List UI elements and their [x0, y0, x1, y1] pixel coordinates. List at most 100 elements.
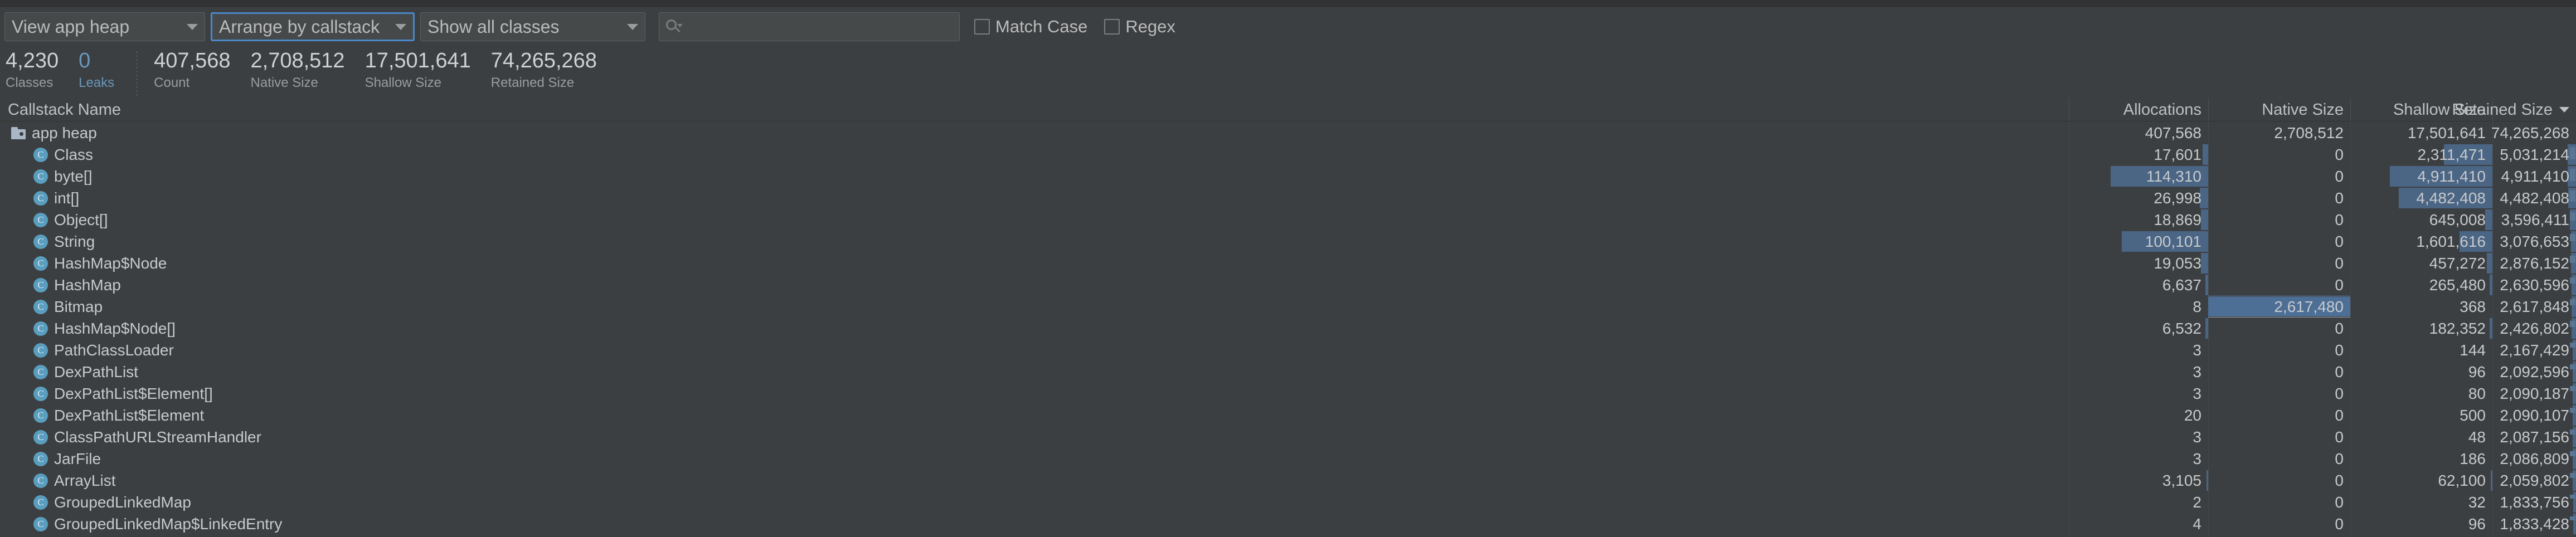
- cell-value: 0: [2335, 211, 2344, 228]
- row-name-label: DexPathList$Element[]: [54, 384, 213, 402]
- table-row[interactable]: C String 100,101 0 1,601,616 3,076,653: [0, 231, 2576, 252]
- cell-value: 500: [2460, 406, 2486, 424]
- cell-native: 0: [2208, 318, 2350, 339]
- heap-select[interactable]: View app heap: [4, 12, 205, 41]
- cell-retained: 3,596,411: [2492, 209, 2576, 231]
- table-row[interactable]: C DexPathList$Element 20 0 500 2,090,107: [0, 404, 2576, 426]
- cell-value: 5,031,214: [2500, 145, 2569, 163]
- cell-value: 2,059,802: [2500, 471, 2569, 489]
- row-name-cell: C HashMap: [0, 274, 121, 296]
- cell-value: 4,911,410: [2417, 167, 2486, 185]
- cell-retained: 2,617,848: [2492, 296, 2576, 318]
- match-case-checkbox-group[interactable]: Match Case: [974, 17, 1087, 37]
- stat-label: Shallow Size: [364, 75, 441, 90]
- row-name-label: Object[]: [54, 211, 108, 228]
- cell-value: 2,617,480: [2274, 297, 2344, 315]
- column-header-alloc[interactable]: Allocations: [2069, 98, 2208, 121]
- cell-value: 2,311,471: [2417, 145, 2486, 163]
- vertical-scrollbar[interactable]: [2569, 122, 2576, 537]
- table-row[interactable]: C HashMap$Node 19,053 0 457,272 2,876,152: [0, 252, 2576, 274]
- arrange-select[interactable]: Arrange by callstack: [211, 12, 415, 41]
- cell-shallow: 96: [2350, 513, 2492, 535]
- cell-alloc: 100,101: [2069, 231, 2208, 252]
- table-row[interactable]: C JarFile 3 0 186 2,086,809: [0, 448, 2576, 470]
- column-header-retained[interactable]: Retained Size: [2452, 98, 2576, 121]
- cell-alloc: 17,601: [2069, 144, 2208, 165]
- cell-retained: 2,059,802: [2492, 470, 2576, 491]
- classes-filter-value: Show all classes: [427, 17, 560, 37]
- cell-retained: 2,426,802: [2492, 318, 2576, 339]
- table-row[interactable]: C ClassPathURLStreamHandler 3 0 48 2,087,156: [0, 426, 2576, 448]
- row-name-cell: C HashMap$Node: [0, 252, 167, 274]
- stat-value: 0: [79, 49, 91, 72]
- cell-shallow: 457,272: [2350, 252, 2492, 274]
- cell-value: 4,911,410: [2501, 167, 2570, 185]
- classes-filter-select[interactable]: Show all classes: [420, 12, 645, 41]
- table-row[interactable]: C DexPathList 3 0 96 2,092,596: [0, 361, 2576, 383]
- table-body[interactable]: app heap 407,568 2,708,512 17,501,641 74,265…: [0, 122, 2576, 537]
- table-row[interactable]: C Bitmap 8 2,617,480 368 2,617,848: [0, 296, 2576, 318]
- cell-shallow: 186: [2350, 448, 2492, 470]
- table-row[interactable]: Cint[] 26,998 0 4,482,408 4,482,408: [0, 187, 2576, 209]
- cell-shallow: 80: [2350, 383, 2492, 404]
- row-name-cell: C DexPathList$Element: [0, 404, 204, 426]
- table-row[interactable]: C ArrayList 3,105 0 62,100 2,059,802: [0, 470, 2576, 491]
- table-row[interactable]: app heap 407,568 2,708,512 17,501,641 74,265…: [0, 122, 2576, 144]
- search-input[interactable]: [685, 17, 954, 36]
- table-row[interactable]: CView[]: [0, 535, 2576, 537]
- table-row[interactable]: C PathClassLoader 3 0 144 2,167,429: [0, 339, 2576, 361]
- scrollbar-marker: [2570, 451, 2575, 456]
- column-header-native[interactable]: Native Size: [2208, 98, 2350, 121]
- cell-retained: 2,087,156: [2492, 426, 2576, 448]
- cell-value: 48: [2468, 428, 2486, 446]
- class-icon: C: [33, 364, 48, 379]
- class-icon: C: [33, 299, 48, 314]
- cell-alloc: 3: [2069, 426, 2208, 448]
- cell-alloc: 26,998: [2069, 187, 2208, 209]
- column-header-name[interactable]: Callstack Name: [8, 98, 121, 121]
- cell-value: 0: [2335, 189, 2344, 207]
- table-row[interactable]: C Class 17,601 0 2,311,471 5,031,214: [0, 144, 2576, 165]
- regex-checkbox-group[interactable]: Regex: [1104, 17, 1175, 37]
- cell-value: 74,265,268: [2491, 124, 2569, 141]
- cell-native: 0: [2208, 252, 2350, 274]
- cell-value: 3: [2193, 428, 2201, 446]
- table-row[interactable]: C DexPathList$Element[] 3 0 80 2,090,187: [0, 383, 2576, 404]
- match-case-checkbox[interactable]: [974, 19, 990, 35]
- regex-checkbox[interactable]: [1104, 19, 1120, 35]
- cell-value: 3: [2193, 341, 2201, 359]
- cell-value: 4: [2193, 515, 2201, 533]
- scrollbar-marker: [2570, 516, 2575, 520]
- row-name-cell: C ArrayList: [0, 470, 115, 491]
- table-row[interactable]: C HashMap$Node[] 6,532 0 182,352 2,426,802: [0, 318, 2576, 339]
- cell-value: 32: [2468, 493, 2486, 511]
- table-row[interactable]: C GroupedLinkedMap 2 0 32 1,833,756: [0, 491, 2576, 513]
- search-box[interactable]: [659, 12, 960, 41]
- row-name-cell: C Object[]: [0, 209, 108, 231]
- table-row[interactable]: C Object[] 18,869 0 645,008 3,596,411: [0, 209, 2576, 231]
- cell-alloc: 8: [2069, 296, 2208, 318]
- cell-value: 62,100: [2438, 471, 2486, 489]
- table-row[interactable]: C GroupedLinkedMap$LinkedEntry 4 0 96 1,833,4…: [0, 513, 2576, 535]
- cell-value: 0: [2335, 450, 2344, 467]
- scrollbar-marker: [2570, 256, 2575, 263]
- class-icon: C: [33, 191, 48, 206]
- stat-value: 4,230: [6, 49, 59, 72]
- cell-native: 0: [2208, 187, 2350, 209]
- value-bar: [2201, 209, 2208, 230]
- cell-value: 0: [2335, 145, 2344, 163]
- table-row[interactable]: Cbyte[] 114,310 0 4,911,410 4,911,410: [0, 165, 2576, 187]
- row-name-cell: C ClassPathURLStreamHandler: [0, 426, 261, 448]
- stat-label: Retained Size: [490, 75, 575, 90]
- cell-value: 3,076,653: [2500, 232, 2569, 250]
- table-row[interactable]: C HashMap 6,637 0 265,480 2,630,596: [0, 274, 2576, 296]
- cell-value: 3: [2193, 363, 2201, 380]
- cell-value: 0: [2335, 384, 2344, 402]
- cell-alloc: 3,105: [2069, 470, 2208, 491]
- cell-value: 1,601,616: [2416, 232, 2486, 250]
- scrollbar-marker: [2570, 429, 2575, 435]
- value-bar: [2203, 144, 2208, 165]
- cell-shallow: 17,501,641: [2350, 122, 2492, 144]
- cell-value: 114,310: [2146, 167, 2201, 185]
- class-icon: C: [33, 473, 48, 488]
